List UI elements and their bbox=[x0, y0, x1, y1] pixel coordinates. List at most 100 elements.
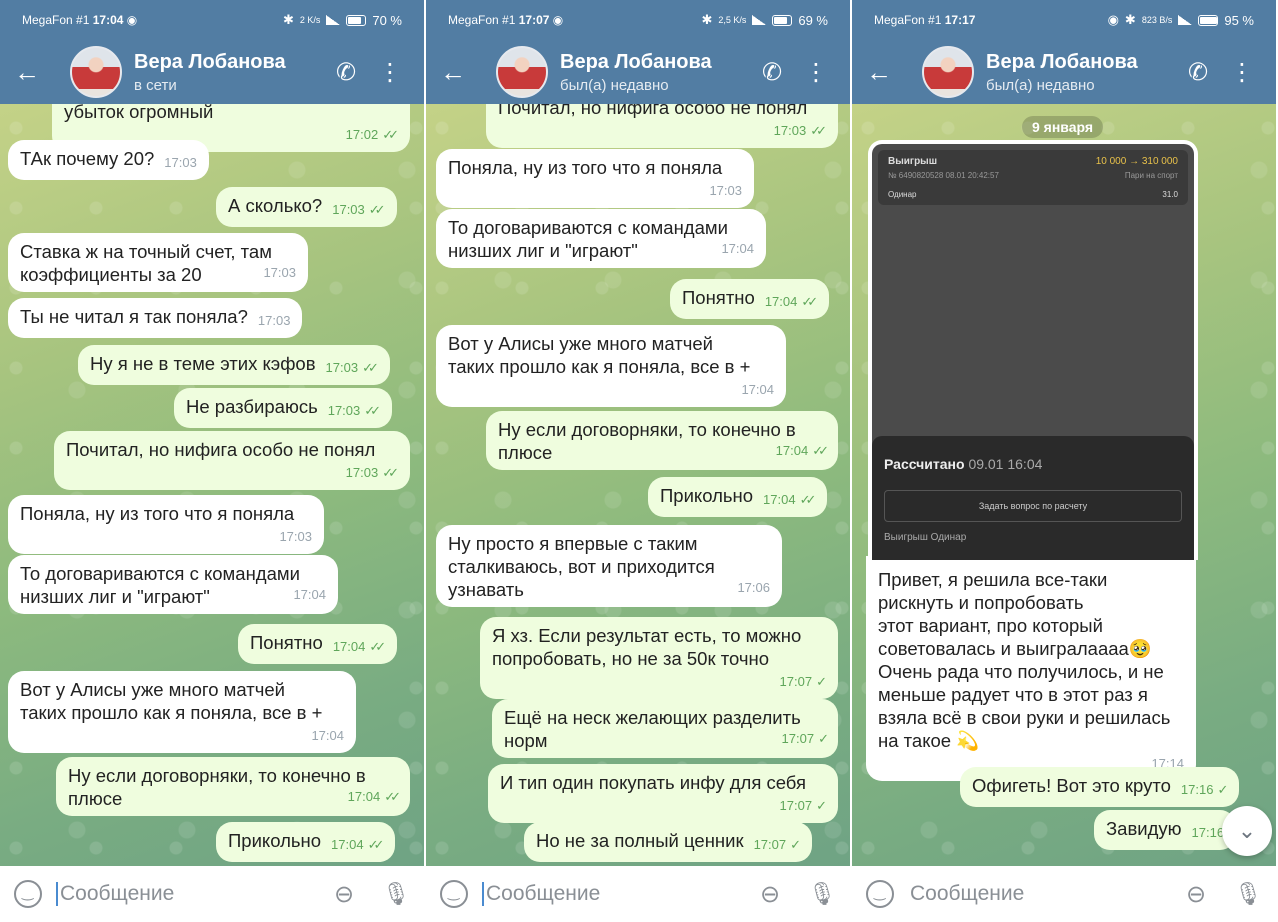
settled-label: Рассчитано bbox=[884, 456, 965, 472]
avatar[interactable] bbox=[496, 46, 548, 98]
message-text: А сколько? bbox=[228, 195, 323, 216]
message-time: 17:04 bbox=[347, 789, 381, 804]
message-time: 17:07 bbox=[753, 837, 787, 852]
message-bubble[interactable]: ТАк почему 20? 17:03 bbox=[8, 140, 209, 180]
bet-sheet: Рассчитано 09.01 16:04 Задать вопрос по … bbox=[872, 436, 1194, 560]
presence-status: был(а) недавно bbox=[560, 76, 669, 94]
eye-icon: ◉ bbox=[126, 13, 138, 27]
date-divider: 9 января bbox=[1022, 116, 1104, 138]
bluetooth-icon: ✱ bbox=[282, 12, 294, 27]
read-check-icon: ✓✓ bbox=[382, 127, 399, 142]
message-text: Вот у Алисы уже много матчей таких прошл… bbox=[20, 679, 323, 723]
read-check-icon: ✓✓ bbox=[382, 465, 399, 480]
message-time: 17:03 bbox=[345, 465, 379, 480]
phone-icon[interactable]: ✆ bbox=[750, 58, 794, 87]
chat-header: ← Вера Лобанова был(а) недавно ✆ ⋮ bbox=[852, 40, 1276, 104]
message-input[interactable]: Сообщение bbox=[908, 882, 1186, 906]
message-text: Ну если договорняки, то конечно в плюсе bbox=[68, 765, 366, 809]
message-text: Ещё на неск желающих разделить норм bbox=[504, 707, 801, 751]
message-time: 17:03 bbox=[263, 265, 296, 280]
back-arrow-icon[interactable]: ← bbox=[440, 59, 470, 85]
presence-status: был(а) недавно bbox=[986, 76, 1095, 94]
more-vert-icon[interactable]: ⋮ bbox=[1220, 58, 1264, 87]
chat-panel-1: MegaFon #1 17:04 ◉ ✱ 2 K/s 70 % ← Вера Лоб… bbox=[0, 0, 426, 922]
message-bubble[interactable]: Вот у Алисы уже много матчей таких прошл… bbox=[436, 325, 786, 407]
message-bubble[interactable]: Ну просто я впервые с таким сталкиваюсь,… bbox=[436, 525, 782, 607]
message-bubble[interactable]: И тип один покупать инфу для себя 17:07 ✓ bbox=[488, 764, 838, 823]
back-arrow-icon[interactable]: ← bbox=[866, 59, 896, 85]
contact-info[interactable]: Вера Лобанова в сети bbox=[134, 51, 324, 94]
clock: 17:17 bbox=[944, 13, 976, 27]
message-bubble[interactable]: Офигеть! Вот это круто 17:16 ✓ bbox=[960, 767, 1240, 807]
message-text: Ну просто я впервые с таким сталкиваюсь,… bbox=[448, 533, 715, 600]
read-check-icon: ✓✓ bbox=[364, 403, 381, 418]
avatar[interactable] bbox=[70, 46, 122, 98]
message-text: Ты не читал я так поняла? bbox=[20, 306, 248, 327]
message-bubble[interactable]: Я хз. Если результат есть, то можно попр… bbox=[480, 617, 838, 699]
message-bubble[interactable]: Ты не читал я так поняла? 17:03 bbox=[8, 298, 303, 338]
message-bubble[interactable]: Прикольно 17:04 ✓✓ bbox=[216, 822, 396, 862]
message-time: 17:03 bbox=[257, 313, 291, 328]
bet-footer: Выигрыш Одинар bbox=[884, 532, 967, 543]
message-time: 17:04 bbox=[741, 382, 774, 397]
read-check-icon: ✓✓ bbox=[799, 492, 817, 507]
battery-level: 95 % bbox=[1224, 12, 1254, 28]
more-vert-icon[interactable]: ⋮ bbox=[794, 58, 838, 87]
microphone-icon[interactable]: 🎙 bbox=[382, 881, 410, 907]
message-text: Поняла, ну из того что я поняла bbox=[20, 503, 295, 524]
message-time: 17:04 bbox=[332, 639, 366, 654]
read-check-icon: ✓✓ bbox=[810, 123, 827, 138]
more-vert-icon[interactable]: ⋮ bbox=[368, 58, 412, 87]
battery-level: 69 % bbox=[798, 12, 828, 28]
avatar[interactable] bbox=[922, 46, 974, 98]
ask-question-button: Задать вопрос по расчету bbox=[884, 490, 1182, 522]
emoji-icon[interactable] bbox=[440, 880, 468, 908]
message-bubble[interactable]: Ставка ж на точный счет, там коэффициент… bbox=[8, 233, 308, 292]
contact-info[interactable]: Вера Лобанова был(а) недавно bbox=[986, 51, 1176, 94]
message-bubble[interactable]: Ещё на неск желающих разделить норм 17:07… bbox=[492, 699, 838, 758]
bet-amount: 10 000 → 310 000 bbox=[1095, 156, 1178, 167]
photo-attachment[interactable]: Выигрыш 10 000 → 310 000 № 6490820528 08.… bbox=[868, 140, 1198, 560]
top-bar: MegaFon #1 17:17 ◉ ✱ 823 B/s 95 % ← Вера Ло… bbox=[852, 0, 1276, 104]
message-bubble[interactable]: Почитал, но нифига особо не понял 17:03 ✓✓ bbox=[54, 431, 410, 490]
message-bubble[interactable]: Вот у Алисы уже много матчей таких прошл… bbox=[8, 671, 356, 753]
microphone-icon[interactable]: 🎙 bbox=[808, 881, 836, 907]
emoji-icon[interactable] bbox=[866, 880, 894, 908]
message-bubble[interactable]: Понятно 17:04 ✓✓ bbox=[670, 279, 830, 319]
message-bubble[interactable]: Ну я не в теме этих кэфов 17:03 ✓✓ bbox=[78, 345, 390, 385]
message-text: Поняла, ну из того что я поняла bbox=[448, 157, 723, 178]
read-check-icon: ✓✓ bbox=[384, 789, 401, 804]
message-bubble[interactable]: Ну если договорняки, то конечно в плюсе 1… bbox=[56, 757, 410, 816]
message-bubble[interactable]: Поняла, ну из того что я поняла 17:03 bbox=[8, 495, 324, 554]
message-bubble[interactable]: То договариваются с командами низших лиг… bbox=[8, 555, 338, 614]
battery-level: 70 % bbox=[372, 12, 402, 28]
message-bubble[interactable]: Поняла, ну из того что я поняла 17:03 bbox=[436, 149, 754, 208]
message-bubble[interactable]: Не разбираюсь 17:03 ✓✓ bbox=[174, 388, 393, 428]
phone-icon[interactable]: ✆ bbox=[324, 58, 368, 87]
message-input[interactable]: Сообщение bbox=[482, 882, 760, 906]
scroll-down-button[interactable]: ⌄ bbox=[1222, 806, 1272, 856]
emoji-icon[interactable] bbox=[14, 880, 42, 908]
message-text: Ставка ж на точный счет, там коэффициент… bbox=[20, 241, 272, 285]
message-bubble[interactable]: Прикольно 17:04 ✓✓ bbox=[648, 477, 828, 517]
net-speed: 823 B/s bbox=[1141, 15, 1173, 25]
eye-icon: ◉ bbox=[552, 13, 564, 27]
message-text: Но не за полный ценник bbox=[536, 830, 744, 851]
message-bubble[interactable]: Ну если договорняки, то конечно в плюсе 1… bbox=[486, 411, 838, 470]
message-bubble[interactable]: Но не за полный ценник 17:07 ✓ bbox=[524, 822, 813, 862]
contact-info[interactable]: Вера Лобанова был(а) недавно bbox=[560, 51, 750, 94]
back-arrow-icon[interactable]: ← bbox=[14, 59, 44, 85]
message-input[interactable]: Сообщение bbox=[56, 882, 334, 906]
message-bubble[interactable]: Понятно 17:04 ✓✓ bbox=[238, 624, 398, 664]
message-bubble[interactable]: Привет, я решила все-таки рискнуть и поп… bbox=[866, 556, 1196, 781]
bet-coef: 31.0 bbox=[1162, 190, 1178, 199]
top-bar: MegaFon #1 17:04 ◉ ✱ 2 K/s 70 % ← Вера Лоб… bbox=[0, 0, 424, 104]
message-bubble[interactable]: А сколько? 17:03 ✓✓ bbox=[216, 187, 397, 227]
message-bubble[interactable]: Завидую 17:16 bbox=[1094, 810, 1237, 850]
phone-icon[interactable]: ✆ bbox=[1176, 58, 1220, 87]
message-text: убыток огромный bbox=[64, 101, 214, 122]
message-time: 17:03 bbox=[709, 183, 742, 198]
microphone-icon[interactable]: 🎙 bbox=[1234, 881, 1262, 907]
message-text: Привет, я решила все-таки рискнуть и поп… bbox=[878, 569, 1171, 751]
message-bubble[interactable]: То договариваются с командами низших лиг… bbox=[436, 209, 766, 268]
